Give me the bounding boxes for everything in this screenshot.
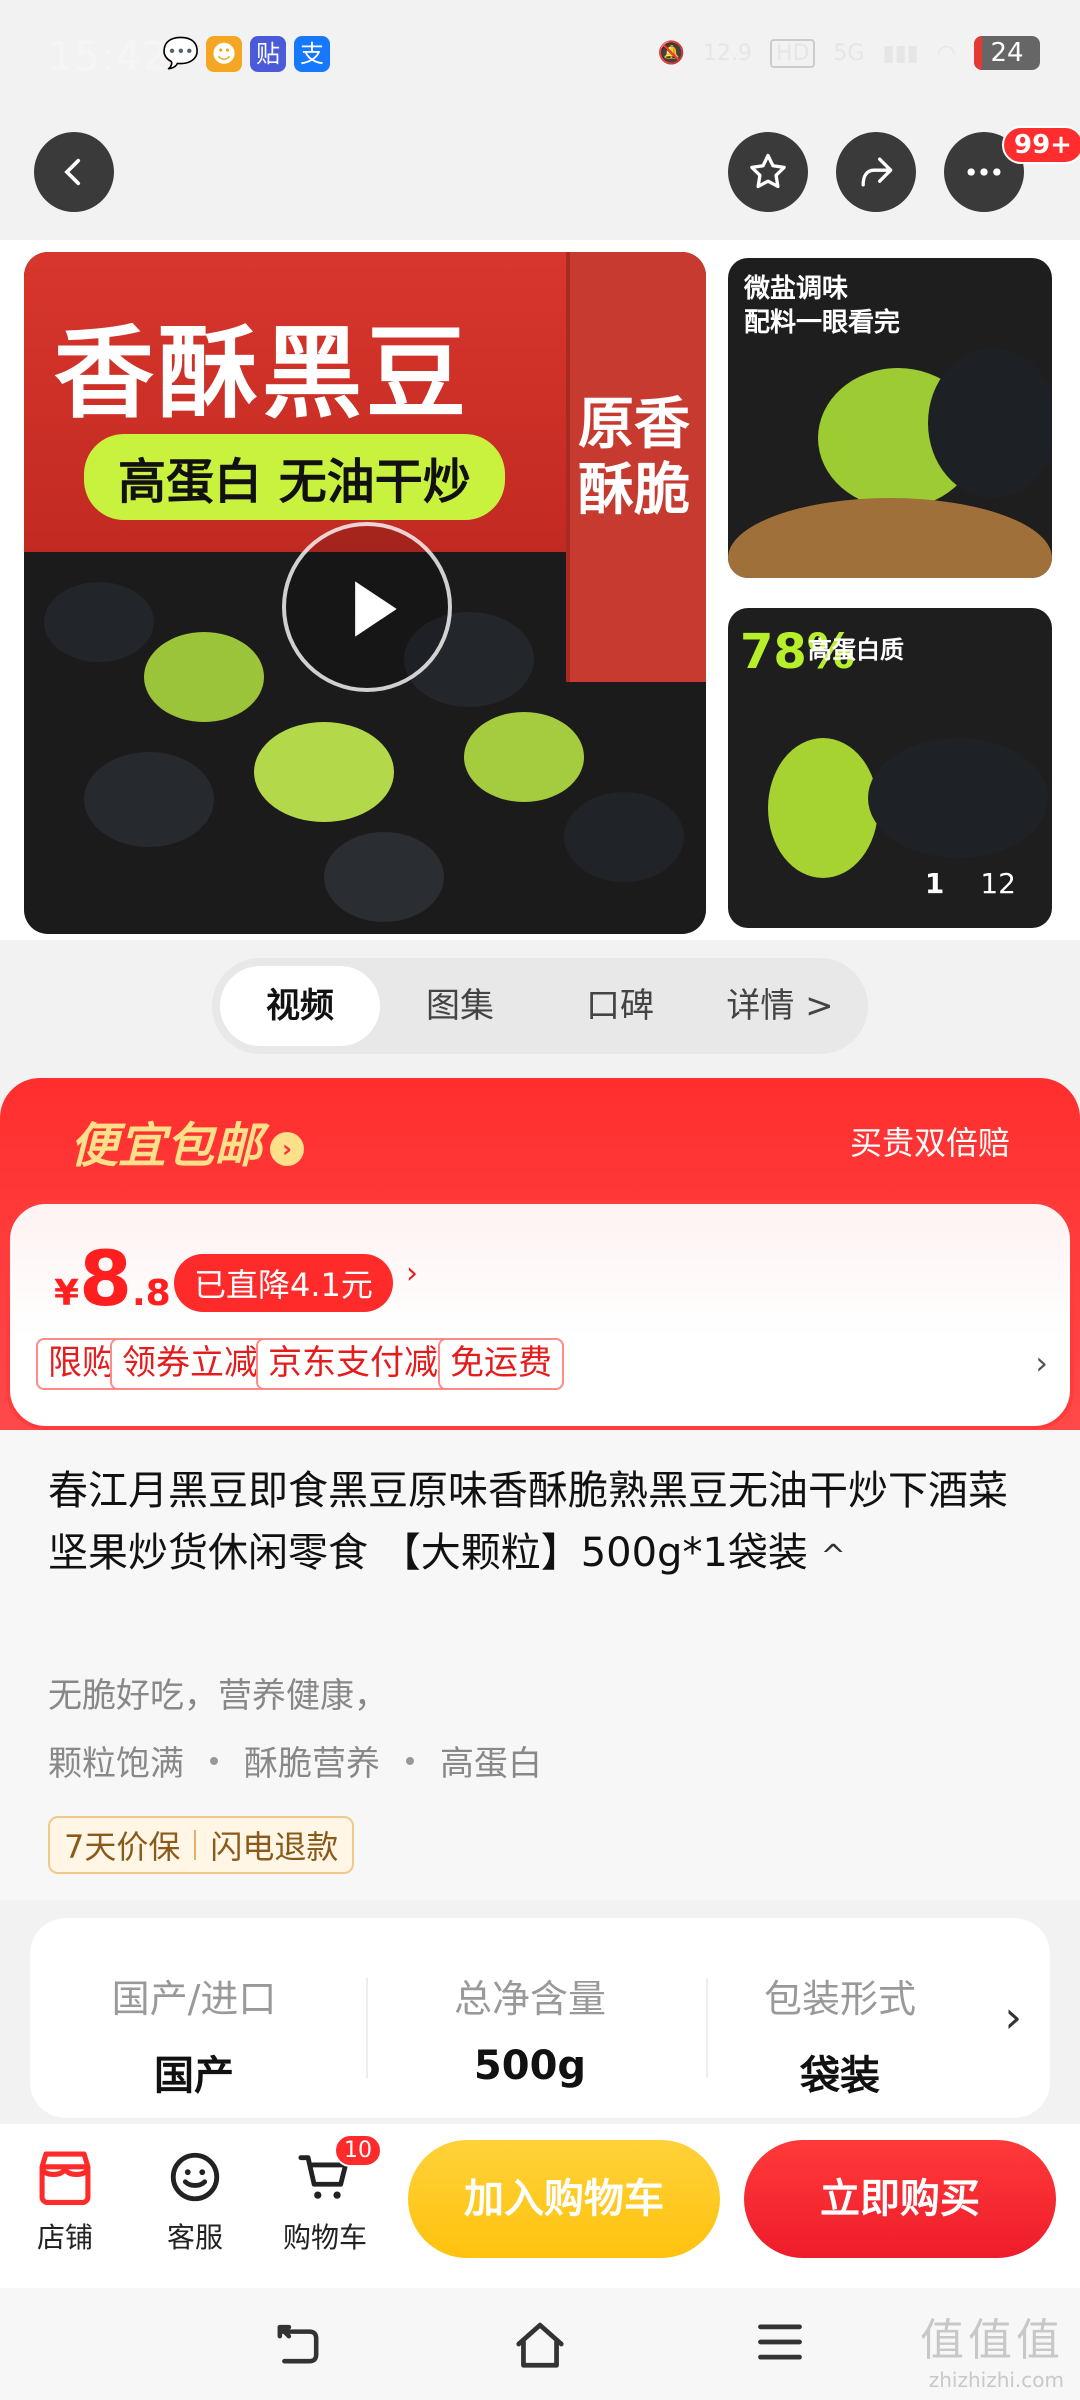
service-label: 客服	[166, 2221, 223, 2254]
bean-shape	[144, 632, 264, 722]
back-button[interactable]	[34, 132, 114, 212]
system-menu-button[interactable]	[754, 2318, 806, 2370]
buy-now-button[interactable]: 立即购买	[744, 2140, 1056, 2258]
guarantee-price: 7天价保	[64, 1828, 181, 1866]
shop-button[interactable]: 店铺	[10, 2138, 120, 2256]
attribute-packaging: 包装形式 袋装	[763, 1977, 916, 2099]
status-bar: 15:42 💬 ☻ 贴 支 🔕 12.9 HD 5G ▮▮▮ ◠ 24	[0, 0, 1080, 110]
watermark: 值值值 zhizhizhi.com	[920, 2315, 1064, 2392]
cart-count-badge: 10	[334, 2134, 382, 2167]
back-arrow-icon	[277, 2324, 319, 2364]
wifi-icon: ◠	[936, 40, 956, 66]
bean-shape	[464, 712, 584, 802]
more-badge: 99+	[1002, 126, 1080, 164]
alipay-icon: 支	[294, 36, 330, 72]
system-home-button[interactable]	[510, 2318, 570, 2374]
favorite-button[interactable]	[728, 132, 808, 212]
price: ¥8.8	[54, 1234, 171, 1323]
product-gallery: 香酥黑豆 高蛋白 无油干炒 原香酥脆 微盐调味 配料一眼看完 78% 高蛋白质 …	[0, 240, 1080, 940]
tab-video[interactable]: 视频	[220, 966, 380, 1046]
net-speed: 12.9	[702, 40, 752, 66]
collapse-toggle[interactable]: ^	[821, 1539, 846, 1574]
divider	[706, 1978, 708, 2078]
sticker-app-icon: 贴	[250, 36, 286, 72]
chevron-right-icon: ›	[406, 1256, 418, 1291]
app-notification-icon: ☻	[206, 36, 242, 72]
mute-icon: 🔕	[657, 40, 685, 66]
tab-reviews[interactable]: 口碑	[540, 966, 700, 1046]
bottom-action-bar: 店铺 客服 10 购物车 加入购物车 立即购买	[0, 2124, 1080, 2288]
bean-shape	[44, 582, 154, 662]
price-card[interactable]: ¥8.8 已直降4.1元 › 限购 领券立减80 京东支付减6元 免运费 ›	[6, 1200, 1074, 1430]
bean-shape	[928, 348, 1052, 498]
tag-free-shipping: 免运费	[438, 1338, 564, 1390]
status-time: 15:42	[48, 34, 169, 80]
protein-title: 高蛋白质	[808, 636, 904, 664]
image-subtitle: 高蛋白 无油干炒	[84, 434, 505, 520]
more-icon	[967, 168, 1001, 176]
share-button[interactable]	[836, 132, 916, 212]
hd-icon: HD	[769, 38, 816, 68]
feature-list: 颗粒饱满 酥脆营养 高蛋白	[48, 1736, 542, 1785]
spoon-shape	[728, 498, 1052, 578]
bullet-dot	[210, 1756, 218, 1765]
chevron-right-icon: ›	[270, 1132, 305, 1166]
tab-gallery[interactable]: 图集	[380, 966, 540, 1046]
price-drop-badge: 已直降4.1元	[174, 1254, 393, 1312]
menu-icon	[758, 2324, 802, 2360]
tab-details[interactable]: 详情 >	[700, 966, 860, 1046]
chat-smile-icon	[170, 2152, 220, 2202]
shop-icon	[39, 2151, 91, 2205]
attributes-card[interactable]: 国产/进口 国产 总净含量 500g 包装形式 袋装 ›	[30, 1918, 1050, 2118]
product-title: 春江月黑豆即食黑豆原味香酥脆熟黑豆无油干炒下酒菜坚果炒货休闲零食 【大颗粒】50…	[48, 1468, 1008, 1576]
price-guarantee[interactable]: 买贵双倍赔	[850, 1118, 1010, 1164]
media-tabs: 视频 图集 口碑 详情 >	[212, 958, 868, 1054]
cart-label: 购物车	[282, 2221, 367, 2254]
bean-shape	[84, 752, 214, 847]
home-icon	[516, 2322, 564, 2368]
chevron-right-icon[interactable]: ›	[1004, 1992, 1022, 2043]
promo-title[interactable]: 便宜包邮 ›	[70, 1106, 305, 1176]
guarantee-refund: 闪电退款	[210, 1828, 339, 1866]
play-icon	[355, 581, 397, 637]
battery-icon: 24	[974, 36, 1040, 70]
thumbnail-image-2[interactable]: 78% 高蛋白质 1 12	[728, 608, 1052, 928]
status-right: 🔕 12.9 HD 5G ▮▮▮ ◠ 24	[658, 36, 1040, 70]
divider	[366, 1978, 368, 2078]
bean-shape	[254, 722, 394, 822]
cart-button[interactable]: 10 购物车	[270, 2134, 382, 2256]
signal-icon: ▮▮▮	[882, 40, 919, 66]
product-description: 无脆好吃，营养健康，	[48, 1676, 388, 1716]
image-counter: 1 12	[924, 867, 1016, 900]
add-to-cart-button[interactable]: 加入购物车	[408, 2140, 720, 2258]
product-info: 春江月黑豆即食黑豆原味香酥脆熟黑豆无油干炒下酒菜坚果炒货休闲零食 【大颗粒】50…	[0, 1430, 1080, 1900]
bean-shape	[564, 792, 684, 882]
shop-label: 店铺	[36, 2221, 93, 2254]
system-navigation-bar: 值值值 zhizhizhi.com	[0, 2288, 1080, 2400]
play-video-button[interactable]	[282, 522, 452, 692]
main-product-image[interactable]: 香酥黑豆 高蛋白 无油干炒 原香酥脆	[24, 252, 706, 934]
feature-item: 颗粒饱满	[48, 1744, 184, 1784]
image-side-text: 原香酥脆	[578, 392, 690, 523]
customer-service-button[interactable]: 客服	[140, 2138, 250, 2256]
star-icon	[750, 153, 786, 189]
thumbnail-image-1[interactable]: 微盐调味 配料一眼看完	[728, 258, 1052, 578]
network-type: 5G	[833, 40, 865, 66]
share-icon	[861, 157, 893, 187]
feature-item: 酥脆营养	[244, 1744, 380, 1784]
feature-item: 高蛋白	[440, 1744, 542, 1784]
chevron-right-icon[interactable]: ›	[1035, 1344, 1048, 1382]
image-title: 香酥黑豆	[54, 315, 470, 432]
wechat-icon: 💬	[162, 36, 200, 71]
attribute-net-weight: 总净含量 500g	[453, 1977, 606, 2089]
chevron-left-icon	[64, 158, 81, 186]
system-back-button[interactable]	[270, 2318, 326, 2372]
thumbnail-1-title: 微盐调味 配料一眼看完	[744, 274, 901, 338]
attribute-origin: 国产/进口 国产	[111, 1977, 277, 2099]
bean-shape	[868, 738, 1048, 858]
guarantee-badge[interactable]: 7天价保 闪电退款	[48, 1816, 355, 1874]
bean-shape	[324, 832, 444, 922]
bean-shape	[768, 738, 878, 878]
bullet-dot	[406, 1756, 414, 1765]
